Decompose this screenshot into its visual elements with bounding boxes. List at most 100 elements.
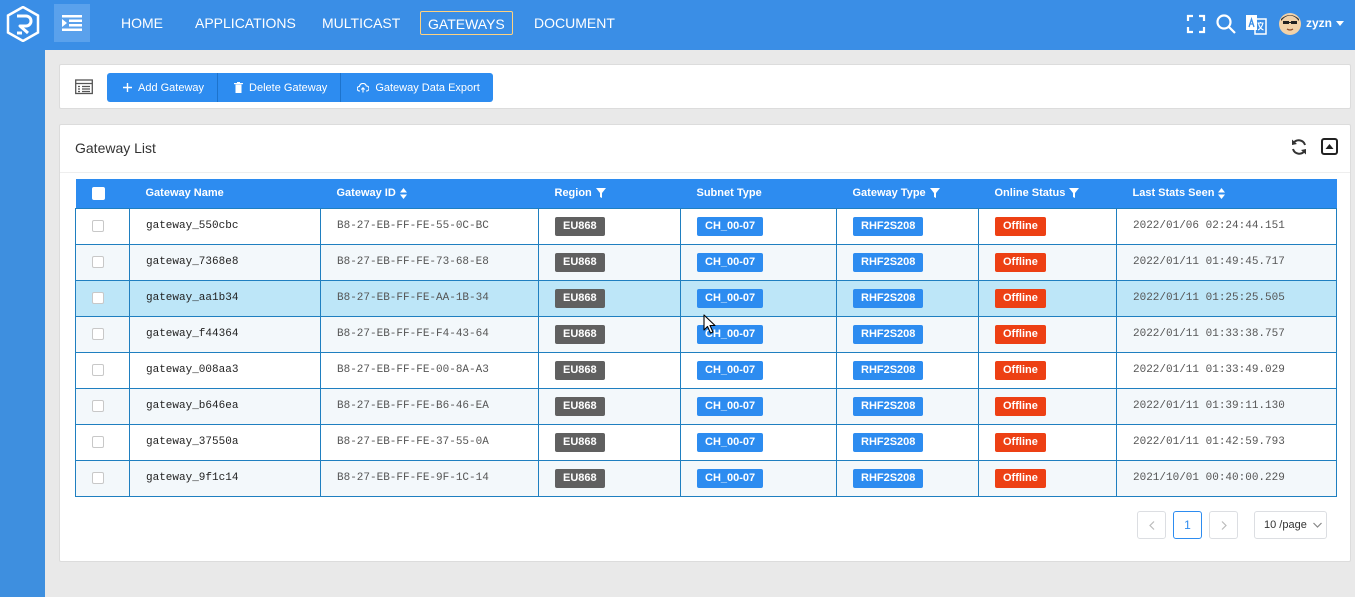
col-online-status[interactable]: Online Status bbox=[979, 179, 1117, 208]
page-size-value: 10 /page bbox=[1264, 519, 1307, 531]
mouse-cursor bbox=[703, 314, 717, 334]
status-badge: Offline bbox=[995, 324, 1046, 344]
gateway-id-cell: B8-27-EB-FF-FE-AA-1B-34 bbox=[320, 279, 539, 317]
nav-home[interactable]: HOME bbox=[114, 14, 170, 38]
status-badge: Offline bbox=[995, 432, 1046, 452]
next-page-button[interactable] bbox=[1209, 511, 1238, 539]
last-seen-cell: 2022/01/11 01:42:59.793 bbox=[1116, 423, 1337, 461]
status-badge: Offline bbox=[995, 216, 1046, 236]
status-cell: Offline bbox=[978, 243, 1117, 281]
fullscreen-icon[interactable] bbox=[1185, 13, 1207, 35]
region-tag: EU868 bbox=[555, 288, 605, 308]
page-1-button[interactable]: 1 bbox=[1173, 511, 1202, 539]
status-badge: Offline bbox=[995, 288, 1046, 308]
gateway-id-cell: B8-27-EB-FF-FE-B6-46-EA bbox=[320, 387, 539, 425]
col-gateway-name: Gateway Name bbox=[130, 179, 321, 208]
row-checkbox[interactable] bbox=[92, 364, 104, 377]
card-title: Gateway List bbox=[75, 140, 156, 156]
gateway-id-cell: B8-27-EB-FF-FE-55-0C-BC bbox=[320, 207, 539, 245]
col-last-stats-seen[interactable]: Last Stats Seen bbox=[1117, 179, 1337, 208]
region-cell: EU868 bbox=[538, 459, 681, 497]
table-row[interactable]: gateway_550cbc B8-27-EB-FF-FE-55-0C-BC E… bbox=[75, 207, 1337, 245]
sidebar bbox=[0, 50, 45, 597]
gateway-id-cell: B8-27-EB-FF-FE-00-8A-A3 bbox=[320, 351, 539, 389]
toolbar-card: Add Gateway Delete Gateway Gateway Data … bbox=[59, 64, 1351, 109]
col-gateway-name-label: Gateway Name bbox=[145, 187, 224, 200]
menu-toggle-button[interactable] bbox=[54, 4, 90, 42]
region-tag: EU868 bbox=[555, 252, 605, 272]
gateway-name-cell[interactable]: gateway_b646ea bbox=[129, 387, 321, 425]
row-checkbox[interactable] bbox=[92, 436, 104, 449]
row-checkbox[interactable] bbox=[92, 400, 104, 413]
sort-icon[interactable] bbox=[399, 187, 407, 199]
page-size-select[interactable]: 10 /page bbox=[1254, 511, 1327, 539]
select-all-checkbox[interactable] bbox=[91, 186, 105, 200]
gateway-name-cell[interactable]: gateway_37550a bbox=[129, 423, 321, 461]
table-row[interactable]: gateway_b646ea B8-27-EB-FF-FE-B6-46-EA E… bbox=[75, 387, 1337, 425]
gateway-id-cell: B8-27-EB-FF-FE-F4-43-64 bbox=[320, 315, 539, 353]
table-row[interactable]: gateway_aa1b34 B8-27-EB-FF-FE-AA-1B-34 E… bbox=[75, 279, 1337, 317]
col-gateway-id[interactable]: Gateway ID bbox=[321, 179, 539, 208]
list-icon[interactable] bbox=[75, 79, 93, 95]
table-row[interactable]: gateway_7368e8 B8-27-EB-FF-FE-73-68-E8 E… bbox=[75, 243, 1337, 281]
gateway-type-cell: RHF2S208 bbox=[836, 423, 979, 461]
gateway-type-tag: RHF2S208 bbox=[853, 468, 924, 488]
subnet-cell: CH_00-07 bbox=[680, 423, 837, 461]
region-tag: EU868 bbox=[555, 468, 605, 488]
subnet-cell: CH_00-07 bbox=[680, 279, 837, 317]
col-subnet-type-label: Subnet Type bbox=[696, 187, 762, 200]
chevron-down-icon[interactable] bbox=[1336, 21, 1344, 26]
nav-applications[interactable]: APPLICATIONS bbox=[188, 14, 303, 38]
nav-multicast[interactable]: MULTICAST bbox=[315, 14, 407, 38]
refresh-icon[interactable] bbox=[1290, 138, 1308, 156]
gateway-name-cell[interactable]: gateway_008aa3 bbox=[129, 351, 321, 389]
row-checkbox[interactable] bbox=[92, 256, 104, 269]
gateway-type-cell: RHF2S208 bbox=[836, 351, 979, 389]
logo-icon[interactable] bbox=[6, 5, 40, 43]
delete-gateway-button[interactable]: Delete Gateway bbox=[218, 73, 342, 102]
subnet-cell: CH_00-07 bbox=[680, 243, 837, 281]
row-checkbox[interactable] bbox=[92, 328, 104, 341]
row-checkbox-cell bbox=[75, 243, 130, 281]
row-checkbox[interactable] bbox=[92, 472, 104, 485]
gateway-name-cell[interactable]: gateway_aa1b34 bbox=[129, 279, 321, 317]
table-row[interactable]: gateway_008aa3 B8-27-EB-FF-FE-00-8A-A3 E… bbox=[75, 351, 1337, 389]
table-row[interactable]: gateway_9f1c14 B8-27-EB-FF-FE-9F-1C-14 E… bbox=[75, 459, 1337, 497]
gateway-name-cell[interactable]: gateway_9f1c14 bbox=[129, 459, 321, 497]
nav-gateways[interactable]: GATEWAYS bbox=[420, 11, 513, 35]
card-divider bbox=[60, 172, 1350, 173]
filter-icon[interactable] bbox=[929, 188, 940, 199]
gateway-name-cell[interactable]: gateway_7368e8 bbox=[129, 243, 321, 281]
filter-icon[interactable] bbox=[1069, 188, 1080, 199]
export-gateway-data-button[interactable]: Gateway Data Export bbox=[341, 73, 493, 102]
add-gateway-label: Add Gateway bbox=[138, 81, 205, 94]
gateway-id-cell: B8-27-EB-FF-FE-73-68-E8 bbox=[320, 243, 539, 281]
top-navbar: HOME APPLICATIONS MULTICAST GATEWAYS DOC… bbox=[0, 0, 1355, 50]
user-name[interactable]: zyzn bbox=[1306, 16, 1332, 30]
col-region[interactable]: Region bbox=[539, 179, 681, 208]
row-checkbox[interactable] bbox=[92, 220, 104, 233]
sort-icon[interactable] bbox=[1218, 187, 1226, 199]
gateway-id-cell: B8-27-EB-FF-FE-9F-1C-14 bbox=[320, 459, 539, 497]
gateway-type-cell: RHF2S208 bbox=[836, 387, 979, 425]
gateway-name-cell[interactable]: gateway_550cbc bbox=[129, 207, 321, 245]
prev-page-button[interactable] bbox=[1137, 511, 1166, 539]
gateway-name-cell[interactable]: gateway_f44364 bbox=[129, 315, 321, 353]
search-icon[interactable] bbox=[1215, 13, 1237, 35]
chevron-left-icon bbox=[1148, 520, 1154, 530]
row-checkbox[interactable] bbox=[92, 292, 104, 305]
region-cell: EU868 bbox=[538, 387, 681, 425]
col-gateway-type-label: Gateway Type bbox=[852, 187, 926, 200]
nav-document[interactable]: DOCUMENT bbox=[527, 14, 622, 38]
gateway-table: Gateway Name Gateway ID Region Subnet Ty… bbox=[75, 179, 1337, 497]
table-row[interactable]: gateway_37550a B8-27-EB-FF-FE-37-55-0A E… bbox=[75, 423, 1337, 461]
trash-icon bbox=[234, 82, 244, 93]
avatar[interactable] bbox=[1279, 13, 1301, 35]
collapse-icon[interactable] bbox=[1321, 138, 1338, 155]
col-gateway-type[interactable]: Gateway Type bbox=[837, 179, 979, 208]
row-checkbox-cell bbox=[75, 387, 130, 425]
col-gateway-id-label: Gateway ID bbox=[336, 187, 396, 200]
filter-icon[interactable] bbox=[595, 188, 606, 199]
translate-icon[interactable] bbox=[1245, 13, 1267, 35]
add-gateway-button[interactable]: Add Gateway bbox=[107, 73, 219, 102]
